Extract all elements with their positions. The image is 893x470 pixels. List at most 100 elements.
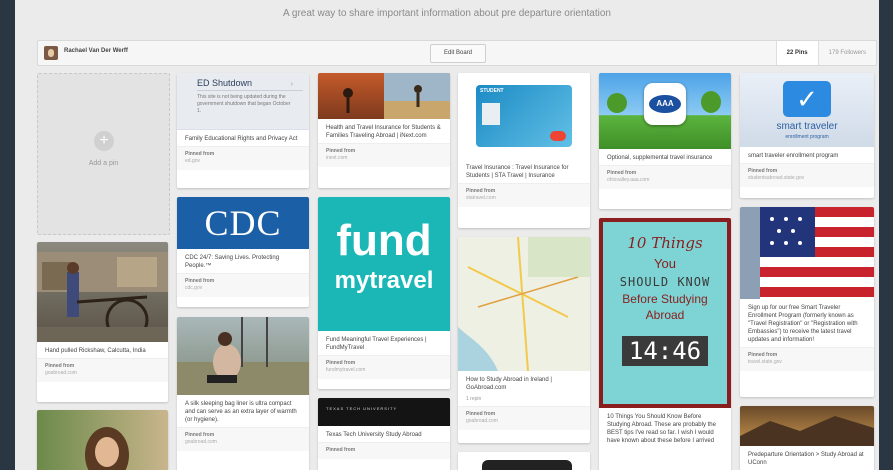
pin-card-10-things[interactable]: 10 Things You SHOULD KNOW Before Studyin… (599, 218, 731, 470)
pin-image-phone[interactable] (458, 452, 590, 470)
pin-source[interactable]: Pinned from travel.state.gov (740, 347, 874, 371)
mastercard-icon (550, 131, 566, 141)
pin-image-10-things[interactable]: 10 Things You SHOULD KNOW Before Studyin… (599, 218, 731, 408)
add-pin-label: Add a pin (88, 160, 119, 167)
pinned-from-label: Pinned from (326, 148, 356, 154)
pin-source-domain: ed.gov (185, 158, 201, 164)
pin-source-domain: statravel.com (466, 195, 496, 201)
pin-card-smart-traveler-logo[interactable]: ✓ smart traveler enrollment program smar… (740, 73, 874, 198)
edit-board-button[interactable]: Edit Board (430, 44, 486, 63)
pin-image-sta[interactable]: STUDENT (458, 73, 590, 159)
followers-count-tab[interactable]: 179 Followers (817, 41, 876, 65)
timer-display: 14:46 (622, 336, 708, 366)
pin-source[interactable]: Pinned from cdc.gov (177, 273, 309, 297)
pin-caption: Optional, supplemental travel insurance (607, 155, 713, 161)
pin-source-domain: fundmytravel.com (326, 367, 366, 373)
pin-source[interactable]: Pinned from goabroad.com (458, 406, 590, 430)
sleeping-bag-photo (177, 317, 309, 395)
pin-image-predeparture[interactable] (740, 406, 874, 446)
pin-image-map[interactable] (458, 237, 590, 371)
pinned-from-label: Pinned from (466, 411, 496, 417)
pins-count-tab[interactable]: 22 Pins (775, 41, 818, 65)
board-description: A great way to share important informati… (283, 8, 611, 19)
pin-source[interactable]: Pinned from inext.com (318, 143, 450, 167)
pin-card-rickshaw[interactable]: Hand pulled Rickshaw, Calcutta, India Pi… (37, 242, 168, 402)
pin-caption: Predeparture Orientation > Study Abroad … (748, 452, 864, 466)
poster-line-1: 10 Things (627, 234, 703, 252)
pin-caption: Health and Travel Insurance for Students… (326, 125, 441, 139)
step-logo-text: smart traveler (776, 121, 838, 132)
pin-card-sta-travel[interactable]: STUDENT Travel Insurance : Travel Insura… (458, 73, 590, 228)
pin-source-domain: ohiovalley.aaa.com (607, 177, 650, 183)
pin-caption: 10 Things You Should Know Before Studyin… (607, 414, 716, 444)
board-page: A great way to share important informati… (15, 0, 879, 470)
phone-graphic (482, 460, 572, 470)
ed-shutdown-title: ED Shutdown (197, 78, 303, 91)
pin-source-domain: inext.com (326, 155, 348, 161)
pin-image-rickshaw[interactable] (37, 242, 168, 342)
ttu-logo-text: TEXAS TECH UNIVERSITY (326, 406, 398, 411)
pin-source[interactable]: Pinned from (318, 442, 450, 459)
pin-source-domain: goabroad.com (45, 370, 77, 376)
pin-card-inext[interactable]: Health and Travel Insurance for Students… (318, 73, 450, 188)
portrait-photo (85, 427, 129, 470)
pinned-from-label: Pinned from (466, 188, 496, 194)
checkmark-icon: ✓ (783, 81, 831, 117)
pin-image-texas-tech[interactable]: TEXAS TECH UNIVERSITY (318, 398, 450, 426)
pin-image-portrait[interactable] (37, 410, 168, 470)
poster-line-3: SHOULD KNOW (619, 275, 711, 289)
pin-card-portrait[interactable] (37, 410, 168, 470)
pin-card-sleeping-bag[interactable]: A silk sleeping bag liner is ultra compa… (177, 317, 309, 470)
pin-caption: Texas Tech University Study Abroad (326, 432, 422, 438)
pin-source[interactable]: Pinned from goabroad.com (177, 427, 309, 451)
pinned-from-label: Pinned from (45, 363, 75, 369)
pin-card-texas-tech[interactable]: TEXAS TECH UNIVERSITY Texas Tech Univers… (318, 398, 450, 470)
pin-card-cdc[interactable]: CDC CDC 24/7: Saving Lives. Protecting P… (177, 197, 309, 307)
pin-image-ed[interactable]: ED Shutdown › This site is not being upd… (177, 73, 309, 130)
fund-logo-text: fund (336, 216, 432, 265)
landscape-photo (740, 416, 874, 446)
pin-caption: Sign up for our free Smart Traveler Enro… (748, 305, 858, 343)
poster-line-2: You (654, 256, 676, 271)
pin-card-flag[interactable]: Sign up for our free Smart Traveler Enro… (740, 207, 874, 397)
pin-card-ireland-map[interactable]: How to Study Abroad in Ireland | GoAbroa… (458, 237, 590, 443)
pin-image-step[interactable]: ✓ smart traveler enrollment program (740, 73, 874, 147)
pin-source-domain: goabroad.com (466, 418, 498, 424)
travelers-photo (343, 73, 450, 119)
pin-source-domain: cdc.gov (185, 285, 203, 291)
pin-source[interactable]: Pinned from fundmytravel.com (318, 355, 450, 379)
pin-source[interactable]: Pinned from studentsabroad.state.gov (740, 163, 874, 187)
chevron-right-icon: › (290, 81, 293, 88)
pin-image-sleeping-bag[interactable] (177, 317, 309, 395)
pinned-from-label: Pinned from (607, 170, 637, 176)
pin-image-flag[interactable] (740, 207, 874, 299)
pin-card-aaa[interactable]: AAA Optional, supplemental travel insura… (599, 73, 731, 209)
poster-line-5: Abroad (645, 308, 685, 322)
pin-source[interactable]: Pinned from statravel.com (458, 183, 590, 207)
avatar[interactable] (44, 46, 58, 60)
student-card-text: STUDENT (480, 88, 504, 94)
pin-source[interactable]: Pinned from goabroad.com (37, 358, 168, 382)
pin-card-ed-shutdown[interactable]: ED Shutdown › This site is not being upd… (177, 73, 309, 188)
pin-source-domain: travel.state.gov (748, 359, 782, 365)
pin-image-inext[interactable] (318, 73, 450, 119)
pinned-from-label: Pinned from (185, 432, 215, 438)
board-owner-name[interactable]: Rachael Van Der Werff (64, 48, 128, 54)
pin-card-predeparture[interactable]: Predeparture Orientation > Study Abroad … (740, 406, 874, 470)
board-stats: 22 Pins 179 Followers (775, 41, 876, 65)
pin-image-cdc[interactable]: CDC (177, 197, 309, 249)
pin-image-aaa[interactable]: AAA (599, 73, 731, 149)
step-logo-subtext: enrollment program (785, 134, 829, 140)
pin-card-phone[interactable] (458, 452, 590, 470)
pin-caption: CDC 24/7: Saving Lives. Protecting Peopl… (185, 255, 280, 269)
tree-icon (701, 91, 721, 113)
pin-card-fundmytravel[interactable]: fund mytravel Fund Meaningful Travel Exp… (318, 197, 450, 389)
pin-source[interactable]: Pinned from ed.gov (177, 146, 309, 170)
pin-image-fundmytravel[interactable]: fund mytravel (318, 197, 450, 331)
pin-caption: How to Study Abroad in Ireland | GoAbroa… (466, 377, 552, 391)
cdc-logo: CDC (204, 203, 282, 243)
mytravel-logo-text: mytravel (334, 267, 434, 294)
pin-source[interactable]: Pinned from ohiovalley.aaa.com (599, 165, 731, 189)
us-flag-graphic (740, 207, 874, 299)
add-pin-button[interactable]: + Add a pin (37, 73, 170, 235)
